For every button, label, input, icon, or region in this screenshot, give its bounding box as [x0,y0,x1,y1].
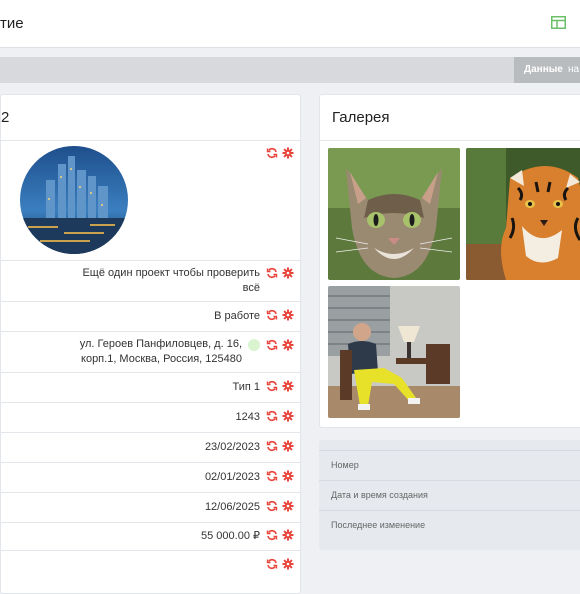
field-value: 55 000.00 ₽ [201,530,260,542]
meta-number-label: Номер [331,460,359,470]
refresh-icon[interactable] [266,147,278,159]
row-actions [266,339,296,353]
field-row: 55 000.00 ₽ [0,523,300,551]
field-row: 23/02/2023 [0,433,300,463]
status-dot [248,339,260,351]
meta-number-row: Номер [319,450,580,480]
layout-icon[interactable] [551,16,566,29]
refresh-icon[interactable] [266,500,278,512]
field-value: 12/06/2025 [204,501,260,513]
tab-next[interactable]: на [568,57,580,83]
gear-icon[interactable] [282,470,294,482]
gallery-title: Галерея [332,109,390,126]
field-value: 1243 [235,411,260,423]
field-row: 1243 [0,403,300,433]
field-row [0,551,300,580]
row-actions [266,410,296,424]
row-actions [266,309,296,323]
gear-icon[interactable] [282,500,294,512]
tiger-photo[interactable] [466,148,580,280]
refresh-icon[interactable] [266,440,278,452]
field-row: ул. Героев Панфиловцев, д. 16, корп.1, М… [0,332,300,373]
row-actions [266,558,296,572]
row-actions [266,440,296,454]
gear-icon[interactable] [282,309,294,321]
panel-title: 2 [1,109,10,126]
field-row: 02/01/2023 [0,463,300,493]
refresh-icon[interactable] [266,309,278,321]
refresh-icon[interactable] [266,380,278,392]
gear-icon[interactable] [282,410,294,422]
gear-icon[interactable] [282,558,294,570]
gear-icon[interactable] [282,267,294,279]
refresh-icon[interactable] [266,470,278,482]
row-actions [266,470,296,484]
field-row: В работе [0,302,300,332]
meta-panel: Номер Дата и время создания Последнее из… [319,440,580,550]
tab-bar: Данные на [0,57,580,83]
cat-photo[interactable] [328,148,460,280]
row-actions [266,500,296,514]
gear-icon[interactable] [282,440,294,452]
field-value: Тип 1 [232,381,260,393]
refresh-icon[interactable] [266,267,278,279]
meta-created-label: Дата и время создания [331,490,428,500]
gear-icon[interactable] [282,380,294,392]
meta-modified-label: Последнее изменение [331,520,426,530]
row-actions [266,147,296,161]
refresh-icon[interactable] [266,410,278,422]
field-row: Тип 1 [0,373,300,403]
field-row: 12/06/2025 [0,493,300,523]
gear-icon[interactable] [282,529,294,541]
meta-modified-row: Последнее изменение [319,510,580,540]
page-title: тие [0,15,24,32]
gear-icon[interactable] [282,339,294,351]
refresh-icon[interactable] [266,558,278,570]
meta-created-row: Дата и время создания [319,480,580,510]
row-actions [266,380,296,394]
field-value: 23/02/2023 [204,441,260,453]
person-photo[interactable] [328,286,460,418]
refresh-icon[interactable] [266,529,278,541]
field-row: Ещё один проект чтобы проверить всё [0,261,300,302]
field-value: 02/01/2023 [204,471,260,483]
refresh-icon[interactable] [266,339,278,351]
row-actions [266,267,296,281]
top-bar: тие [0,0,580,48]
field-value: Ещё один проект чтобы проверить всё [82,267,260,294]
row-actions [266,529,296,543]
avatar [20,146,128,254]
divider [320,140,580,141]
field-value: ул. Героев Панфиловцев, д. 16, корп.1, М… [79,338,242,365]
gear-icon[interactable] [282,147,294,159]
field-value: В работе [214,310,260,322]
